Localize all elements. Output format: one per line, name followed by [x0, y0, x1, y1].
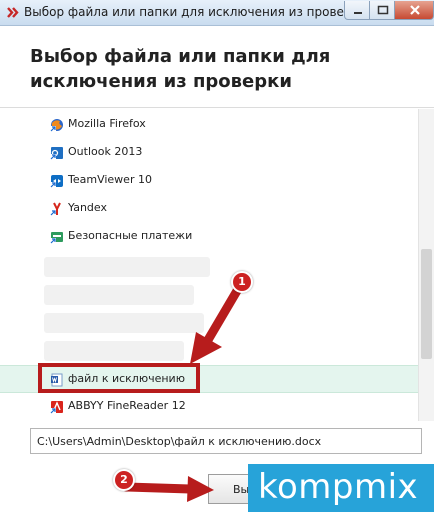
list-item[interactable]: Yandex — [0, 195, 418, 223]
dialog-title: Выбор файла или папки для исключения из … — [30, 46, 331, 92]
window-titlebar: Выбор файла или папки для исключения из … — [0, 0, 434, 26]
step-2-badge: 2 — [113, 469, 135, 491]
list-item[interactable]: Outlook 2013 — [0, 139, 418, 167]
list-item[interactable]: Безопасные платежи — [0, 223, 418, 251]
step-1-badge: 1 — [231, 271, 253, 293]
minimize-button[interactable] — [344, 1, 370, 20]
dialog-header: Выбор файла или папки для исключения из … — [0, 26, 434, 108]
selection-highlight-box — [38, 363, 200, 393]
obscured-list-item — [44, 257, 210, 277]
obscured-list-item — [44, 341, 184, 361]
teamviewer-shortcut-icon — [50, 175, 63, 188]
arrow-to-select-icon — [121, 476, 214, 502]
close-icon — [410, 5, 420, 15]
path-input[interactable] — [30, 428, 422, 454]
yandex-shortcut-icon — [50, 202, 61, 216]
outlook-shortcut-icon — [50, 147, 63, 160]
list-item[interactable]: Mozilla Firefox — [0, 111, 418, 139]
safe-payments-shortcut-icon — [50, 232, 63, 244]
obscured-list-item — [44, 285, 194, 305]
list-item[interactable]: TeamViewer 10 — [0, 167, 418, 195]
list-item-label: Безопасные платежи — [68, 229, 193, 242]
minimize-icon — [354, 12, 362, 14]
list-item-label: Mozilla Firefox — [68, 117, 146, 130]
obscured-list-item — [44, 313, 204, 333]
list-item[interactable]: ABBYY FineReader 12 — [0, 393, 418, 421]
list-scrollbar[interactable] — [418, 109, 434, 421]
firefox-shortcut-icon — [50, 119, 63, 132]
kompmix-watermark: kompmix — [248, 464, 434, 512]
kaspersky-app-icon — [7, 7, 19, 18]
window-title: Выбор файла или папки для исключения из … — [24, 5, 367, 19]
list-item-label: TeamViewer 10 — [68, 173, 152, 186]
abbyy-shortcut-icon — [50, 401, 63, 414]
list-item-label: Yandex — [68, 201, 107, 214]
scrollbar-thumb[interactable] — [421, 249, 432, 359]
list-item-label: Outlook 2013 — [68, 145, 143, 158]
maximize-icon — [377, 5, 389, 15]
maximize-button[interactable] — [369, 1, 395, 20]
close-button[interactable] — [394, 1, 434, 20]
list-item-label: ABBYY FineReader 12 — [68, 399, 186, 412]
